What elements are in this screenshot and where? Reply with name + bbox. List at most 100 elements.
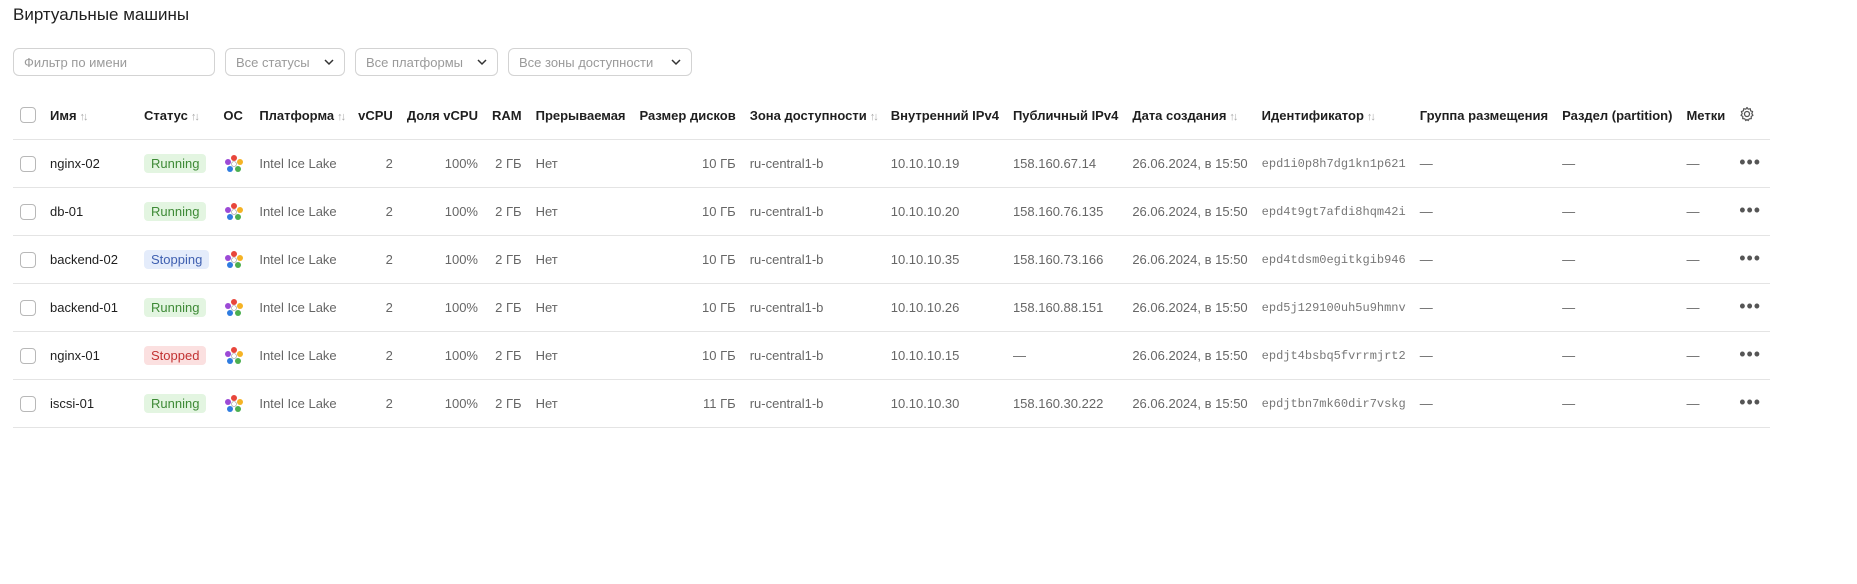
created-date: 26.06.2024, в 15:50 (1125, 139, 1255, 188)
status-badge: Stopped (144, 346, 207, 365)
col-id[interactable]: Идентификатор ↑↓ (1254, 91, 1413, 140)
public-ip: 158.160.88.151 (1005, 283, 1126, 332)
ram: 2 ГБ (484, 139, 529, 188)
vm-id: epd4t9gt7afdi8hqm42i (1254, 187, 1413, 236)
preemptible: Нет (528, 235, 633, 284)
row-checkbox[interactable] (20, 299, 36, 316)
sort-arrows-icon[interactable]: ↑↓ (80, 111, 89, 123)
labels: — (1679, 379, 1733, 428)
table-header-row: Имя ↑↓ Статус ↑↓ ОС Платформа ↑↓ vCPU Доля … (13, 91, 1771, 140)
vm-id: epd4tdsm0egitkgib946 (1254, 235, 1413, 284)
os-cell (216, 379, 253, 428)
vm-name[interactable]: db-01 (43, 187, 137, 236)
internal-ip: 10.10.10.30 (883, 379, 1006, 428)
more-cell: ••• (1732, 283, 1771, 332)
chevron-down-icon (324, 59, 334, 66)
settings-cell (1732, 91, 1771, 140)
public-ip: 158.160.67.14 (1005, 139, 1126, 188)
platform: Intel Ice Lake (252, 379, 352, 428)
status-cell: Running (137, 283, 217, 332)
col-label: Платформа (259, 107, 335, 123)
os-cell (216, 235, 253, 284)
sort-arrows-icon[interactable]: ↑↓ (1367, 111, 1376, 123)
vcpu: 2 (351, 283, 400, 332)
zone: ru-central1-b (742, 331, 884, 380)
platform-filter-select[interactable]: Все платформы (355, 48, 498, 76)
vcpu-share: 100% (399, 331, 485, 380)
name-filter-input[interactable]: Фильтр по имени (13, 48, 215, 76)
partition: — (1555, 283, 1680, 332)
internal-ip: 10.10.10.26 (883, 283, 1006, 332)
row-checkbox[interactable] (20, 251, 36, 268)
chevron-down-icon (477, 59, 487, 66)
preemptible: Нет (528, 379, 633, 428)
sort-arrows-icon[interactable]: ↑↓ (337, 111, 346, 123)
vm-name[interactable]: nginx-02 (43, 139, 137, 188)
more-dots-icon[interactable]: ••• (1739, 152, 1761, 172)
more-dots-icon[interactable]: ••• (1739, 296, 1761, 316)
partition: — (1555, 187, 1680, 236)
vm-name[interactable]: backend-01 (43, 283, 137, 332)
vcpu-share: 100% (399, 187, 485, 236)
created-date: 26.06.2024, в 15:50 (1125, 331, 1255, 380)
partition: — (1555, 379, 1680, 428)
col-status[interactable]: Статус ↑↓ (137, 91, 217, 140)
sort-arrows-icon[interactable]: ↑↓ (1229, 111, 1238, 123)
placement-group: — (1412, 283, 1556, 332)
vm-table: Имя ↑↓ Статус ↑↓ ОС Платформа ↑↓ vCPU Доля … (13, 91, 1771, 428)
row-checkbox[interactable] (20, 203, 36, 220)
labels: — (1679, 187, 1733, 236)
col-partition: Раздел (partition) (1555, 91, 1680, 140)
status-badge: Running (144, 154, 207, 173)
col-placement-group: Группа размещения (1412, 91, 1556, 140)
select-all-checkbox[interactable] (20, 107, 36, 124)
os-logo-icon (225, 154, 244, 172)
os-cell (216, 139, 253, 188)
status-filter-select[interactable]: Все статусы (225, 48, 345, 76)
os-logo-icon (225, 346, 244, 364)
preemptible: Нет (528, 283, 633, 332)
table-row[interactable]: backend-01 Running Intel Ice Lake 2 100% 2 ГБ… (13, 283, 1771, 332)
table-row[interactable]: nginx-02 Running Intel Ice Lake 2 100% 2 ГБ Не… (13, 139, 1771, 188)
labels: — (1679, 283, 1733, 332)
public-ip: 158.160.30.222 (1005, 379, 1126, 428)
ram: 2 ГБ (484, 187, 529, 236)
row-checkbox[interactable] (20, 347, 36, 364)
labels: — (1679, 331, 1733, 380)
table-row[interactable]: iscsi-01 Running Intel Ice Lake 2 100% 2 ГБ Не… (13, 379, 1771, 428)
table-row[interactable]: db-01 Running Intel Ice Lake 2 100% 2 ГБ Нет 10… (13, 187, 1771, 236)
sort-arrows-icon[interactable]: ↑↓ (191, 111, 200, 123)
chevron-down-icon (671, 59, 681, 66)
col-labels: Метки (1679, 91, 1733, 140)
more-dots-icon[interactable]: ••• (1739, 344, 1761, 364)
vm-name[interactable]: iscsi-01 (43, 379, 137, 428)
vcpu: 2 (351, 235, 400, 284)
placement-group: — (1412, 331, 1556, 380)
created-date: 26.06.2024, в 15:50 (1125, 235, 1255, 284)
row-checkbox[interactable] (20, 395, 36, 412)
platform: Intel Ice Lake (252, 235, 352, 284)
col-created[interactable]: Дата создания ↑↓ (1125, 91, 1255, 140)
more-dots-icon[interactable]: ••• (1739, 392, 1761, 412)
disk-size: 10 ГБ (632, 331, 743, 380)
labels: — (1679, 235, 1733, 284)
vm-name[interactable]: backend-02 (43, 235, 137, 284)
vm-name[interactable]: nginx-01 (43, 331, 137, 380)
col-name[interactable]: Имя ↑↓ (43, 91, 137, 140)
more-dots-icon[interactable]: ••• (1739, 200, 1761, 220)
table-row[interactable]: nginx-01 Stopped Intel Ice Lake 2 100% 2 ГБ Не… (13, 331, 1771, 380)
col-vcpu-share: Доля vCPU (399, 91, 485, 140)
gear-icon[interactable] (1739, 106, 1755, 122)
vcpu-share: 100% (399, 283, 485, 332)
row-checkbox[interactable] (20, 155, 36, 172)
col-platform[interactable]: Платформа ↑↓ (252, 91, 352, 140)
col-zone[interactable]: Зона доступности ↑↓ (742, 91, 884, 140)
more-dots-icon[interactable]: ••• (1739, 248, 1761, 268)
more-cell: ••• (1732, 379, 1771, 428)
table-row[interactable]: backend-02 Stopping Intel Ice Lake 2 100% 2 Г… (13, 235, 1771, 284)
public-ip: 158.160.73.166 (1005, 235, 1126, 284)
zone-filter-select[interactable]: Все зоны доступности (508, 48, 692, 76)
sort-arrows-icon[interactable]: ↑↓ (870, 111, 879, 123)
internal-ip: 10.10.10.35 (883, 235, 1006, 284)
status-cell: Running (137, 187, 217, 236)
